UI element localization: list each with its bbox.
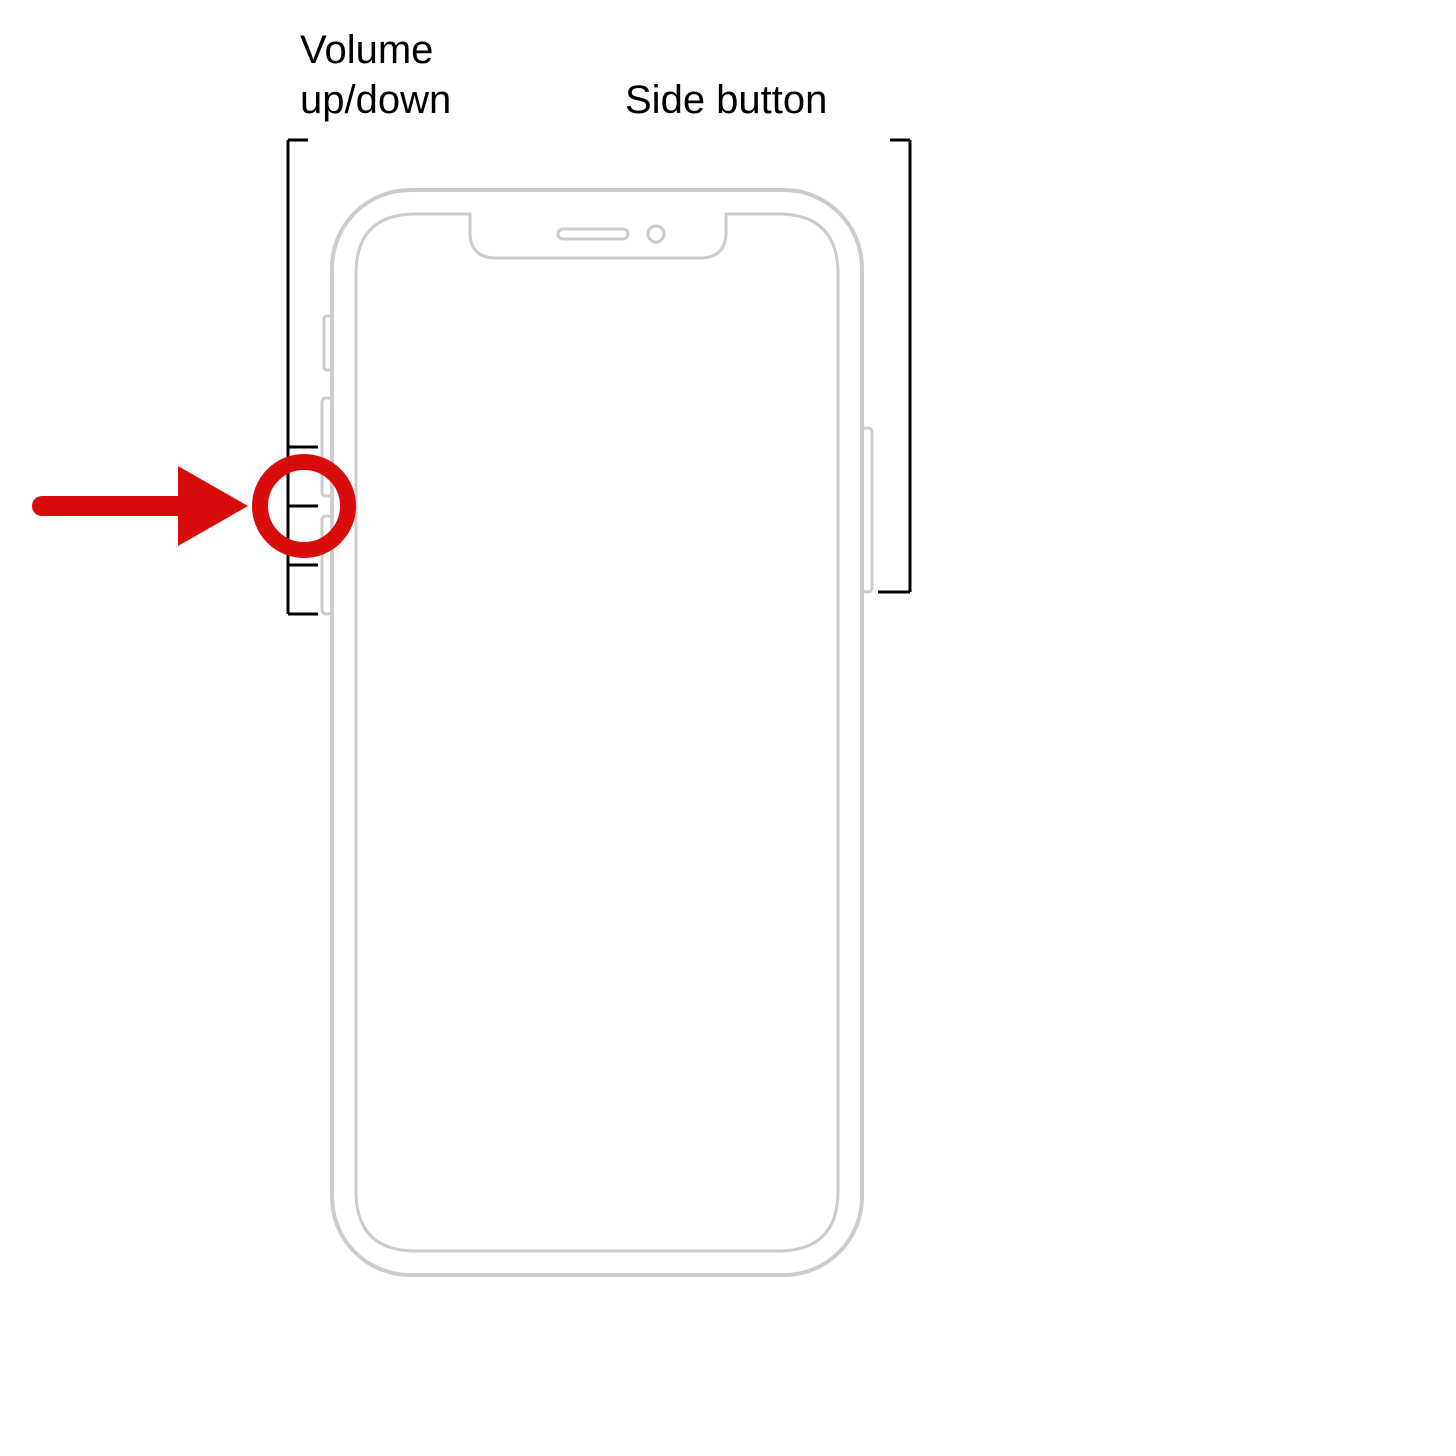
mute-switch — [324, 316, 332, 370]
side-button — [862, 428, 872, 592]
arrow-right-icon — [42, 466, 248, 546]
diagram-svg — [0, 0, 1456, 1456]
side-bracket — [878, 140, 910, 592]
phone-outline — [332, 190, 862, 1275]
